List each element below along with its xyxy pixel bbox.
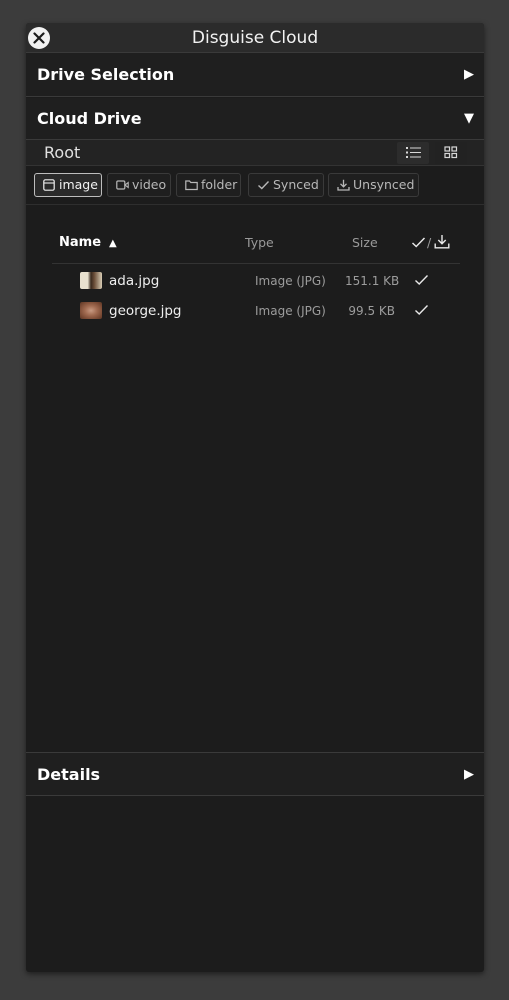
grid-view-button[interactable] <box>435 142 467 164</box>
file-name: ada.jpg <box>109 273 160 289</box>
image-thumbnail <box>80 302 102 319</box>
filter-bar: image video folder Synced Unsynced <box>26 167 484 205</box>
folder-icon <box>185 180 198 191</box>
header-divider <box>52 263 460 264</box>
check-icon <box>258 181 270 190</box>
name-column-header[interactable]: Name ▲ <box>59 223 117 263</box>
file-type: Image (JPG) <box>255 274 326 288</box>
download-icon <box>434 235 450 249</box>
grid-view-icon <box>444 146 458 159</box>
filter-image-button[interactable]: image <box>34 173 102 197</box>
cloud-drive-header[interactable]: Cloud Drive ▼ <box>26 98 484 140</box>
breadcrumb-bar: Root <box>26 140 484 166</box>
list-view-button[interactable] <box>397 142 429 164</box>
filter-folder-button[interactable]: folder <box>176 173 241 197</box>
sync-column-header[interactable]: / <box>411 223 456 263</box>
expand-arrow-icon: ▶ <box>464 767 474 782</box>
sort-ascending-icon: ▲ <box>109 238 117 249</box>
collapse-arrow-icon: ▼ <box>464 111 474 126</box>
details-label: Details <box>37 765 101 784</box>
filter-folder-label: folder <box>201 177 238 192</box>
sync-header-slash: / <box>427 235 432 250</box>
table-row[interactable]: ada.jpg Image (JPG) 151.1 KB <box>52 266 460 296</box>
filter-video-button[interactable]: video <box>107 173 171 197</box>
image-thumbnail <box>80 272 102 289</box>
expand-arrow-icon: ▶ <box>464 67 474 82</box>
image-icon <box>43 179 55 191</box>
breadcrumb[interactable]: Root <box>44 140 80 166</box>
drive-selection-header[interactable]: Drive Selection ▶ <box>26 53 484 97</box>
file-size: 151.1 KB <box>345 274 400 288</box>
synced-check-icon <box>415 305 429 315</box>
drive-selection-label: Drive Selection <box>37 65 175 84</box>
file-name: george.jpg <box>109 303 182 319</box>
filter-unsynced-label: Unsynced <box>353 177 415 192</box>
window-title: Disguise Cloud <box>191 28 319 48</box>
filter-synced-label: Synced <box>273 177 319 192</box>
type-column-header[interactable]: Type <box>245 223 274 263</box>
list-view-icon <box>406 147 421 158</box>
size-column-header[interactable]: Size <box>352 223 378 263</box>
disguise-cloud-panel: Disguise Cloud Drive Selection ▶ Cloud D… <box>26 23 484 972</box>
filter-video-label: video <box>132 177 167 192</box>
file-size: 99.5 KB <box>348 304 395 318</box>
details-header[interactable]: Details ▶ <box>26 752 484 796</box>
title-bar: Disguise Cloud <box>26 23 484 53</box>
download-icon <box>337 179 350 191</box>
filter-image-label: image <box>59 177 98 192</box>
video-icon <box>116 180 129 190</box>
filter-unsynced-button[interactable]: Unsynced <box>328 173 419 197</box>
cloud-drive-label: Cloud Drive <box>37 109 142 128</box>
check-icon <box>411 237 426 248</box>
name-header-label: Name <box>59 235 102 250</box>
table-row[interactable]: george.jpg Image (JPG) 99.5 KB <box>52 296 460 326</box>
file-type: Image (JPG) <box>255 304 326 318</box>
synced-check-icon <box>415 275 429 285</box>
filter-synced-button[interactable]: Synced <box>248 173 324 197</box>
